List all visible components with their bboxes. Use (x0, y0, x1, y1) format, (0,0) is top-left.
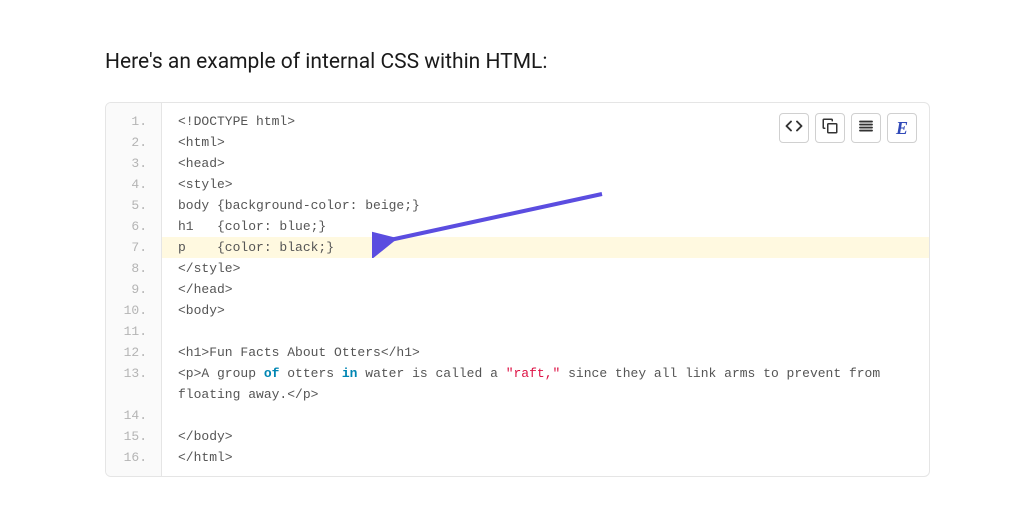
code-line: <body> (162, 300, 929, 321)
code-line (162, 405, 929, 426)
line-number: 12. (106, 342, 161, 363)
line-number: 15. (106, 426, 161, 447)
code-line: </html> (162, 447, 929, 468)
line-gutter: 1.2.3.4.5.6.7.8.9.10.11.12.13.14.15.16. (106, 103, 162, 476)
code-line: <style> (162, 174, 929, 195)
code-line (162, 321, 929, 342)
line-number: 14. (106, 405, 161, 426)
line-number: 3. (106, 153, 161, 174)
line-number: 5. (106, 195, 161, 216)
line-number: 10. (106, 300, 161, 321)
edit-button[interactable]: E (887, 113, 917, 143)
code-line: h1 {color: blue;} (162, 216, 929, 237)
line-number: 6. (106, 216, 161, 237)
wrap-lines-button[interactable] (851, 113, 881, 143)
code-toolbar: E (779, 113, 917, 143)
code-lines: <!DOCTYPE html><html><head><style>body {… (162, 103, 929, 476)
line-number: 11. (106, 321, 161, 342)
line-number: 7. (106, 237, 161, 258)
code-line: </head> (162, 279, 929, 300)
toggle-code-button[interactable] (779, 113, 809, 143)
line-number: 13. (106, 363, 161, 405)
code-line: p {color: black;} (162, 237, 929, 258)
line-number: 4. (106, 174, 161, 195)
code-block: E 1.2.3.4.5.6.7.8.9.10.11.12.13.14.15.16… (105, 102, 930, 477)
code-line: </body> (162, 426, 929, 447)
e-icon: E (896, 118, 908, 139)
code-line: body {background-color: beige;} (162, 195, 929, 216)
code-line: </style> (162, 258, 929, 279)
line-number: 16. (106, 447, 161, 468)
section-heading: Here's an example of internal CSS within… (105, 50, 930, 74)
line-number: 9. (106, 279, 161, 300)
line-number: 8. (106, 258, 161, 279)
code-line: <h1>Fun Facts About Otters</h1> (162, 342, 929, 363)
code-line: <head> (162, 153, 929, 174)
copy-button[interactable] (815, 113, 845, 143)
copy-icon (821, 117, 839, 139)
line-number: 2. (106, 132, 161, 153)
lines-icon (857, 117, 875, 139)
code-content: 1.2.3.4.5.6.7.8.9.10.11.12.13.14.15.16. … (106, 103, 929, 476)
code-icon (785, 117, 803, 139)
code-line: <p>A group of otters in water is called … (162, 363, 929, 405)
line-number: 1. (106, 111, 161, 132)
